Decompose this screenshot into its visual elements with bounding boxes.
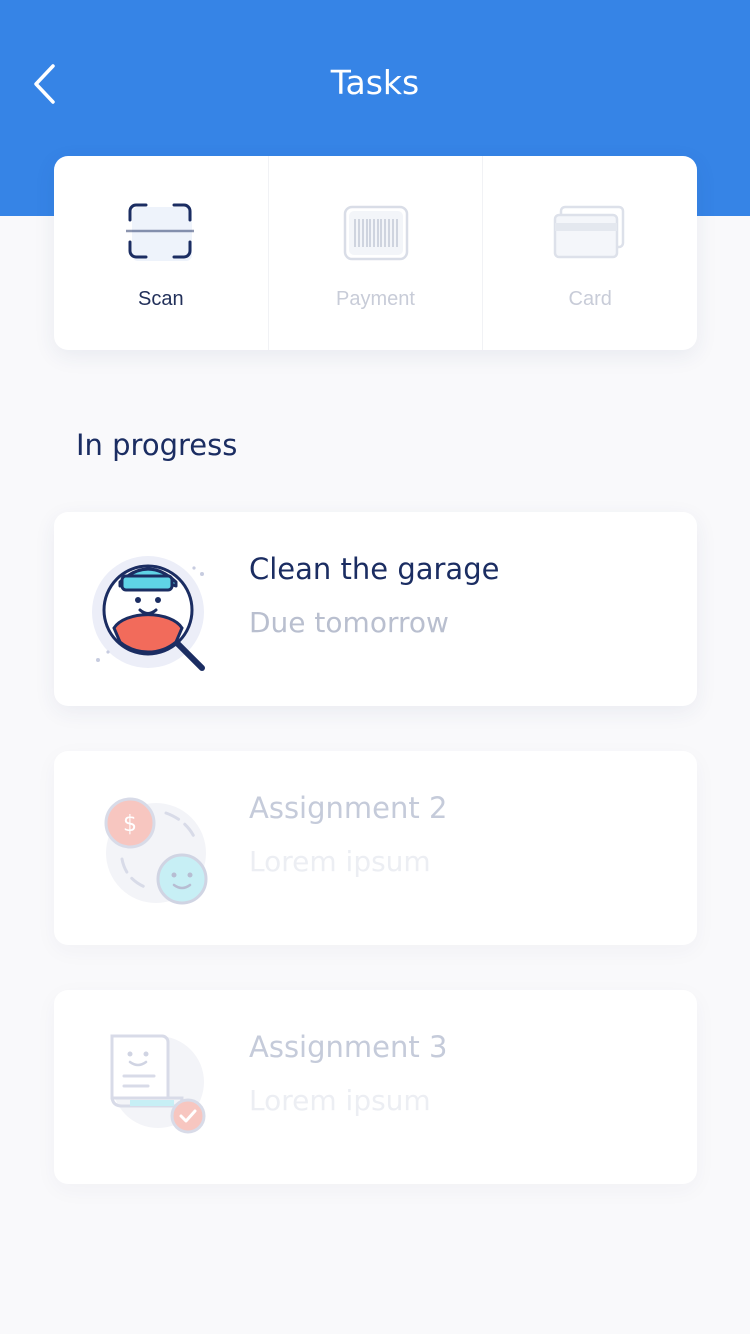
task-name: Clean the garage [249, 552, 500, 586]
card-action-button[interactable]: Card [482, 156, 697, 350]
task-card-clean-garage[interactable]: Clean the garage Due tomorrow [54, 512, 697, 706]
task-name: Assignment 3 [249, 1030, 448, 1064]
card-label: Card [568, 288, 612, 310]
task-card-assignment-3[interactable]: Assignment 3 Lorem ipsum [54, 990, 697, 1184]
money-exchange-icon: $ [90, 787, 220, 917]
payment-action-button[interactable]: Payment [267, 156, 483, 350]
section-title: In progress [76, 428, 238, 462]
quick-actions-card: Scan Payment Card [54, 156, 697, 350]
task-subtitle: Lorem ipsum [249, 1084, 431, 1117]
payment-label: Payment [336, 288, 415, 310]
card-icon [553, 202, 627, 264]
scan-icon [125, 202, 196, 264]
person-search-icon [90, 548, 220, 678]
svg-text:$: $ [123, 812, 137, 837]
task-subtitle: Lorem ipsum [249, 845, 431, 878]
receipt-check-icon [90, 1026, 220, 1156]
task-name: Assignment 2 [249, 791, 448, 825]
scan-label: Scan [138, 288, 184, 310]
barcode-icon [343, 202, 409, 264]
task-subtitle: Due tomorrow [249, 606, 449, 639]
task-card-assignment-2[interactable]: $ Assignment 2 Lorem ipsum [54, 751, 697, 945]
scan-action-button[interactable]: Scan [54, 156, 268, 350]
page-title: Tasks [330, 63, 420, 102]
